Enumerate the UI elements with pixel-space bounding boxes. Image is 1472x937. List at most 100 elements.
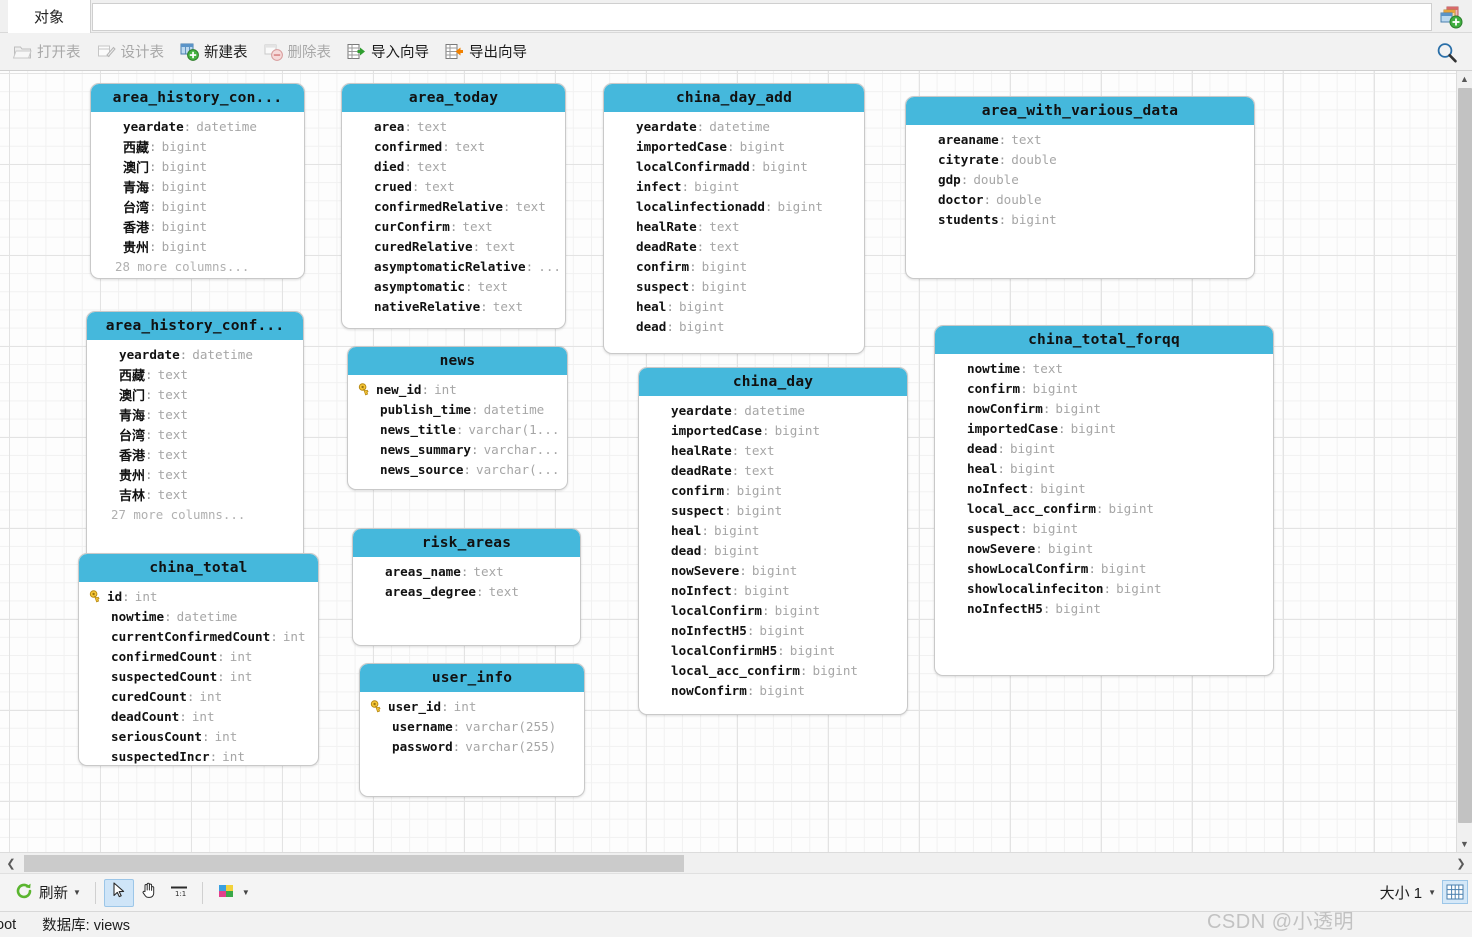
entity-column[interactable]: curedRelative: text xyxy=(342,236,565,256)
entity-column[interactable]: localConfirmadd: bigint xyxy=(604,156,864,176)
entity-column[interactable]: 贵州: text xyxy=(87,464,303,484)
entity-column[interactable]: dead: bigint xyxy=(639,540,907,560)
entity-column[interactable]: id: int xyxy=(79,586,318,606)
scroll-down-icon[interactable]: ▼ xyxy=(1457,836,1472,852)
entity-column[interactable]: currentConfirmedCount: int xyxy=(79,626,318,646)
entity-column[interactable]: localConfirm: bigint xyxy=(639,600,907,620)
entity-column[interactable]: news_summary: varchar... xyxy=(348,439,567,459)
entity-column[interactable]: username: varchar(255) xyxy=(360,716,584,736)
horizontal-scroll-thumb[interactable] xyxy=(24,855,684,872)
entity-column[interactable]: nowSevere: bigint xyxy=(935,538,1273,558)
entity-column[interactable]: dead: bigint xyxy=(604,316,864,336)
entity-column[interactable]: heal: bigint xyxy=(639,520,907,540)
zoom-reset-tool[interactable]: 1:1 xyxy=(164,879,194,907)
entity-column[interactable]: confirm: bigint xyxy=(639,480,907,500)
entity-table[interactable]: china_total id: int nowtime: datetime current… xyxy=(78,553,319,766)
entity-table[interactable]: news new_id: int publish_time: datetime news_… xyxy=(347,346,568,490)
entity-column[interactable]: cityrate: double xyxy=(906,149,1254,169)
entity-column[interactable]: 西藏: bigint xyxy=(91,136,304,156)
entity-column[interactable]: area: text xyxy=(342,116,565,136)
entity-column[interactable]: 澳门: bigint xyxy=(91,156,304,176)
entity-column[interactable]: suspect: bigint xyxy=(935,518,1273,538)
entity-column[interactable]: gdp: double xyxy=(906,169,1254,189)
er-diagram-canvas[interactable]: area_history_con... yeardate: datetime 西藏: b… xyxy=(0,71,1456,852)
entity-column[interactable]: nowSevere: bigint xyxy=(639,560,907,580)
search-icon[interactable] xyxy=(1434,40,1460,66)
scroll-right-icon[interactable]: ❯ xyxy=(1450,853,1472,873)
entity-column[interactable]: suspectedIncr: int xyxy=(79,746,318,765)
entity-column[interactable]: suspect: bigint xyxy=(639,500,907,520)
entity-column[interactable]: 贵州: bigint xyxy=(91,236,304,256)
entity-column[interactable]: 澳门: text xyxy=(87,384,303,404)
color-dropdown-caret[interactable]: ▼ xyxy=(242,888,250,897)
entity-column[interactable]: showLocalConfirm: bigint xyxy=(935,558,1273,578)
entity-column[interactable]: 台湾: text xyxy=(87,424,303,444)
entity-column[interactable]: confirmedCount: int xyxy=(79,646,318,666)
vertical-scrollbar[interactable]: ▲ ▼ xyxy=(1456,71,1472,852)
entity-column[interactable]: importedCase: bigint xyxy=(639,420,907,440)
entity-table[interactable]: china_total_forqq nowtime: text confirm: big… xyxy=(934,325,1274,676)
entity-column[interactable]: 青海: text xyxy=(87,404,303,424)
entity-column[interactable]: nowConfirm: bigint xyxy=(639,680,907,700)
entity-column[interactable]: noInfectH5: bigint xyxy=(935,598,1273,618)
pointer-tool[interactable] xyxy=(103,878,134,907)
entity-column[interactable]: deadRate: text xyxy=(639,460,907,480)
entity-column[interactable]: local_acc_confirm: bigint xyxy=(639,660,907,680)
entity-table[interactable]: area_with_various_data areaname: text cityr… xyxy=(905,96,1255,279)
entity-table[interactable]: china_day_add yeardate: datetime importedCa… xyxy=(603,83,865,354)
refresh-button[interactable]: 刷新 ▼ xyxy=(8,879,87,907)
refresh-dropdown-caret[interactable]: ▼ xyxy=(73,888,81,897)
entity-column[interactable]: showlocalinfeciton: bigint xyxy=(935,578,1273,598)
entity-column[interactable]: curedCount: int xyxy=(79,686,318,706)
entity-column[interactable]: areas_degree: text xyxy=(353,581,580,601)
entity-column[interactable]: areaname: text xyxy=(906,129,1254,149)
zoom-level-control[interactable]: 大小 1 ▼ xyxy=(1380,873,1436,911)
entity-column[interactable]: new_id: int xyxy=(348,379,567,399)
entity-column[interactable]: news_source: varchar(... xyxy=(348,459,567,479)
entity-column[interactable]: asymptomaticRelative:... xyxy=(342,256,565,276)
entity-column[interactable]: news_title: varchar(1... xyxy=(348,419,567,439)
vertical-scroll-thumb[interactable] xyxy=(1458,88,1472,823)
entity-column[interactable]: curConfirm: text xyxy=(342,216,565,236)
grid-view-icon[interactable] xyxy=(1442,880,1468,904)
entity-column[interactable]: localConfirmH5: bigint xyxy=(639,640,907,660)
entity-column[interactable]: heal: bigint xyxy=(935,458,1273,478)
entity-column[interactable]: died: text xyxy=(342,156,565,176)
tab-objects[interactable]: 对象 xyxy=(8,0,91,33)
entity-column[interactable]: nativeRelative: text xyxy=(342,296,565,316)
entity-column[interactable]: noInfectH5: bigint xyxy=(639,620,907,640)
entity-column[interactable]: confirm: bigint xyxy=(935,378,1273,398)
entity-column[interactable]: yeardate: datetime xyxy=(604,116,864,136)
entity-column[interactable]: suspectedCount: int xyxy=(79,666,318,686)
entity-column[interactable]: confirmedRelative: text xyxy=(342,196,565,216)
new-table-button[interactable]: 新建表 xyxy=(173,37,255,67)
entity-column[interactable]: yeardate: datetime xyxy=(639,400,907,420)
entity-column[interactable]: user_id: int xyxy=(360,696,584,716)
entity-column[interactable]: yeardate: datetime xyxy=(87,344,303,364)
entity-column[interactable]: confirmed: text xyxy=(342,136,565,156)
entity-column[interactable]: areas_name: text xyxy=(353,561,580,581)
entity-column[interactable]: deadRate: text xyxy=(604,236,864,256)
entity-column[interactable]: infect: bigint xyxy=(604,176,864,196)
delete-table-button[interactable]: 删除表 xyxy=(257,37,339,67)
entity-column[interactable]: nowConfirm: bigint xyxy=(935,398,1273,418)
add-object-icon[interactable] xyxy=(1434,2,1468,32)
entity-column[interactable]: confirm: bigint xyxy=(604,256,864,276)
entity-column[interactable]: asymptomatic: text xyxy=(342,276,565,296)
import-wizard-button[interactable]: 导入向导 xyxy=(340,37,436,67)
entity-column[interactable]: 香港: text xyxy=(87,444,303,464)
entity-column[interactable]: seriousCount: int xyxy=(79,726,318,746)
entity-column[interactable]: nowtime: datetime xyxy=(79,606,318,626)
entity-column[interactable]: healRate: text xyxy=(639,440,907,460)
entity-column[interactable]: noInfect: bigint xyxy=(935,478,1273,498)
entity-table[interactable]: area_today area: text confirmed: text died: te… xyxy=(341,83,566,329)
entity-column[interactable]: password: varchar(255) xyxy=(360,736,584,756)
pan-tool[interactable] xyxy=(134,879,164,907)
entity-column[interactable]: heal: bigint xyxy=(604,296,864,316)
entity-column[interactable]: students: bigint xyxy=(906,209,1254,229)
entity-column[interactable]: deadCount: int xyxy=(79,706,318,726)
entity-column[interactable]: nowtime: text xyxy=(935,358,1273,378)
entity-column[interactable]: 吉林: text xyxy=(87,484,303,504)
scroll-up-icon[interactable]: ▲ xyxy=(1457,71,1472,87)
entity-column[interactable]: crued: text xyxy=(342,176,565,196)
